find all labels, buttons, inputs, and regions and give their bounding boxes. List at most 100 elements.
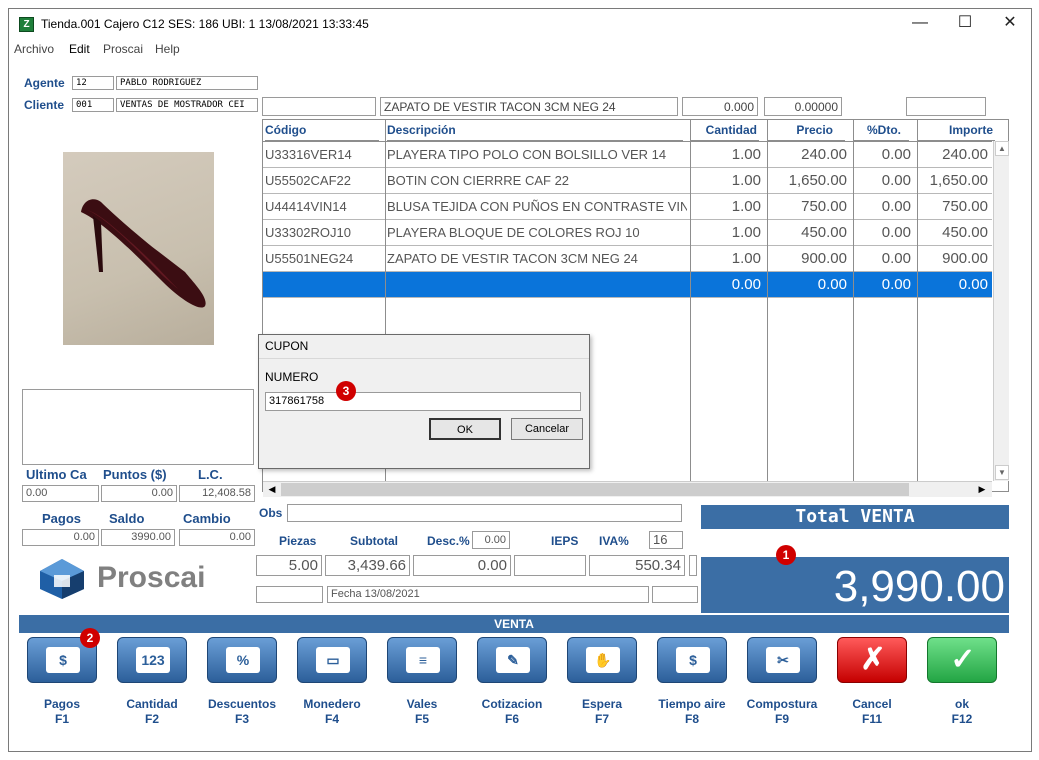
- table-cell: 0.00: [881, 224, 911, 241]
- iva-pct-field[interactable]: 16: [649, 531, 683, 549]
- obs-field[interactable]: [287, 504, 682, 522]
- table-cell: 1.00: [731, 198, 761, 215]
- function-key: F1: [54, 712, 69, 726]
- table-row[interactable]: U55501NEG24 ZAPATO DE VESTIR TACON 3CM NE…: [263, 246, 992, 272]
- cliente-code-field[interactable]: 001: [72, 98, 114, 112]
- iva-amount-value: 550.34: [589, 555, 685, 576]
- maximize-button[interactable]: ☐: [950, 13, 980, 35]
- hand-icon: ✋: [586, 647, 620, 673]
- scroll-right-icon[interactable]: ▶: [975, 483, 989, 496]
- scroll-down-icon[interactable]: ▼: [995, 465, 1009, 480]
- product-photo: [63, 152, 214, 345]
- function-button-label[interactable]: Cotizacion F6: [467, 697, 557, 727]
- menu-archivo[interactable]: Archivo: [14, 42, 54, 56]
- dialog-title: CUPON: [259, 335, 589, 359]
- vertical-scrollbar[interactable]: ▲ ▼: [993, 141, 1009, 481]
- function-button-label[interactable]: Tiempo aire F8: [647, 697, 737, 727]
- cancel-button[interactable]: ✗: [837, 637, 907, 683]
- table-cell: 1,650.00: [788, 172, 847, 189]
- piezas-value: 5.00: [256, 555, 322, 576]
- extra-entry-field[interactable]: [906, 97, 986, 116]
- table-cell: 240.00: [942, 146, 988, 163]
- function-button-label[interactable]: Cantidad F2: [107, 697, 197, 727]
- tiempo-aire-button[interactable]: $: [657, 637, 727, 683]
- menu-edit[interactable]: Edit: [69, 42, 90, 56]
- function-button-label[interactable]: Pagos F1: [17, 697, 107, 727]
- cantidad-button[interactable]: 123: [117, 637, 187, 683]
- table-row[interactable]: U33316VER14 PLAYERA TIPO POLO CON BOLSILL…: [263, 142, 992, 168]
- vales-button[interactable]: ≡: [387, 637, 457, 683]
- function-label: Cotizacion: [481, 697, 543, 711]
- function-label: Espera: [581, 697, 623, 711]
- monedero-button[interactable]: ▭: [297, 637, 367, 683]
- minimize-button[interactable]: —: [905, 13, 935, 35]
- table-cell: 0.00: [881, 172, 911, 189]
- scissors-icon: ✂: [766, 647, 800, 673]
- function-button-label[interactable]: Descuentos F3: [197, 697, 287, 727]
- price-entry-field[interactable]: 0.00000: [764, 97, 842, 116]
- compostura-button[interactable]: ✂: [747, 637, 817, 683]
- iva-label: IVA%: [599, 534, 629, 548]
- function-button-label[interactable]: ok F12: [917, 697, 1007, 727]
- table-cell: 240.00: [801, 146, 847, 163]
- cancel-button[interactable]: Cancelar: [511, 418, 583, 440]
- ok-button[interactable]: ✓: [927, 637, 997, 683]
- col-header-descripcion[interactable]: Descripción: [387, 120, 683, 141]
- scroll-left-icon[interactable]: ◀: [265, 483, 279, 496]
- function-button-label[interactable]: Compostura F9: [737, 697, 827, 727]
- menu-proscai[interactable]: Proscai: [103, 42, 143, 56]
- scroll-thumb[interactable]: [281, 483, 909, 496]
- col-header-dto[interactable]: %Dto.: [853, 120, 909, 141]
- function-label: Monedero: [303, 697, 361, 711]
- code-entry-field[interactable]: [262, 97, 376, 116]
- col-header-cantidad[interactable]: Cantidad: [691, 120, 759, 141]
- function-key: F4: [324, 712, 339, 726]
- table-cell: 0.00: [817, 276, 847, 293]
- close-button[interactable]: ✕: [995, 13, 1025, 35]
- espera-button[interactable]: ✋: [567, 637, 637, 683]
- agente-code-field[interactable]: 12: [72, 76, 114, 90]
- function-label: Vales: [406, 697, 438, 711]
- descuentos-button[interactable]: %: [207, 637, 277, 683]
- total-value: 3,990.00: [701, 557, 1009, 613]
- table-cell: ZAPATO DE VESTIR TACON 3CM NEG 24: [387, 251, 638, 266]
- cliente-label: Cliente: [24, 98, 65, 112]
- cotizacion-button[interactable]: ✎: [477, 637, 547, 683]
- quote-icon: ✎: [496, 647, 530, 673]
- function-key: F3: [234, 712, 249, 726]
- step-badge-1: 1: [776, 545, 796, 565]
- table-cell: U33316VER14: [265, 147, 352, 162]
- table-cell: 0.00: [881, 198, 911, 215]
- table-cell: PLAYERA BLOQUE DE COLORES ROJ 10: [387, 225, 640, 240]
- notes-box: [22, 389, 254, 465]
- function-button-label[interactable]: Espera F7: [557, 697, 647, 727]
- puntos-value: 0.00: [101, 485, 177, 502]
- lc-value: 12,408.58: [179, 485, 255, 502]
- col-header-codigo[interactable]: Código: [265, 120, 379, 141]
- menu-help[interactable]: Help: [155, 42, 180, 56]
- function-key: F7: [594, 712, 609, 726]
- scroll-up-icon[interactable]: ▲: [995, 141, 1009, 156]
- desc-pct-field[interactable]: 0.00: [472, 531, 510, 549]
- table-cell: [265, 272, 383, 297]
- col-header-precio[interactable]: Precio: [767, 120, 845, 141]
- table-cell: BOTIN CON CIERRRE CAF 22: [387, 173, 570, 188]
- table-row[interactable]: U33302ROJ10 PLAYERA BLOQUE DE COLORES ROJ…: [263, 220, 992, 246]
- check-icon: ✓: [950, 643, 976, 676]
- table-row[interactable]: 0.00 0.00 0.00 0.00: [263, 272, 992, 298]
- app-icon: Z: [19, 17, 34, 32]
- table-row[interactable]: U44414VIN14 BLUSA TEJIDA CON PUÑOS EN CON…: [263, 194, 992, 220]
- description-entry-field[interactable]: ZAPATO DE VESTIR TACON 3CM NEG 24: [380, 97, 678, 116]
- cliente-name-field: VENTAS DE MOSTRADOR CEI: [116, 98, 258, 112]
- table-cell: 450.00: [801, 224, 847, 241]
- function-button-label[interactable]: Vales F5: [377, 697, 467, 727]
- horizontal-scrollbar[interactable]: ◀ ▶: [263, 481, 992, 497]
- function-button-label[interactable]: Monedero F4: [287, 697, 377, 727]
- table-row[interactable]: U55502CAF22 BOTIN CON CIERRRE CAF 22 1.00 1…: [263, 168, 992, 194]
- numero-input[interactable]: 317861758: [265, 392, 581, 411]
- qty-entry-field[interactable]: 0.000: [682, 97, 758, 116]
- ok-button[interactable]: OK: [429, 418, 501, 440]
- function-key: F8: [684, 712, 699, 726]
- function-button-label[interactable]: Cancel F11: [827, 697, 917, 727]
- col-header-importe[interactable]: Importe: [917, 120, 995, 141]
